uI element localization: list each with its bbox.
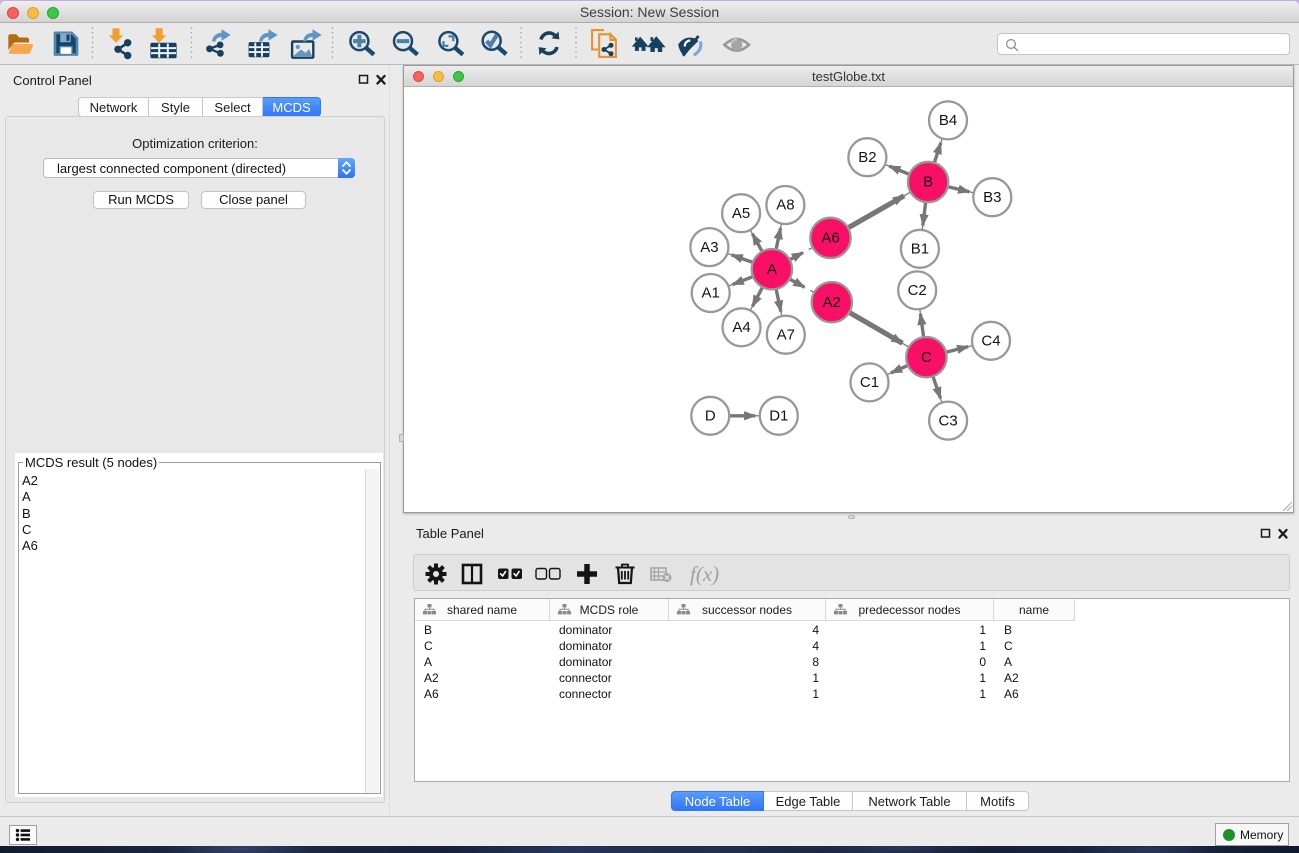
svg-text:D: D	[705, 408, 716, 425]
svg-text:B1: B1	[911, 241, 929, 258]
svg-text:A5: A5	[732, 205, 750, 222]
svg-text:A1: A1	[702, 285, 720, 302]
svg-text:C2: C2	[908, 282, 927, 299]
svg-text:A3: A3	[700, 239, 718, 256]
svg-text:B: B	[923, 174, 933, 191]
svg-text:A4: A4	[732, 319, 750, 336]
svg-text:D1: D1	[769, 408, 788, 425]
svg-text:A2: A2	[823, 294, 841, 311]
svg-text:B4: B4	[939, 112, 957, 129]
svg-text:B2: B2	[858, 149, 876, 166]
svg-text:f(x): f(x)	[690, 562, 719, 586]
svg-text:C4: C4	[981, 333, 1000, 350]
svg-text:B3: B3	[983, 189, 1001, 206]
svg-text:A6: A6	[821, 230, 839, 247]
svg-text:C: C	[921, 349, 932, 366]
svg-text:C3: C3	[939, 412, 958, 429]
svg-text:A8: A8	[776, 197, 794, 214]
svg-text:C1: C1	[860, 374, 879, 391]
svg-text:A7: A7	[777, 326, 795, 343]
svg-text:A: A	[767, 261, 777, 278]
